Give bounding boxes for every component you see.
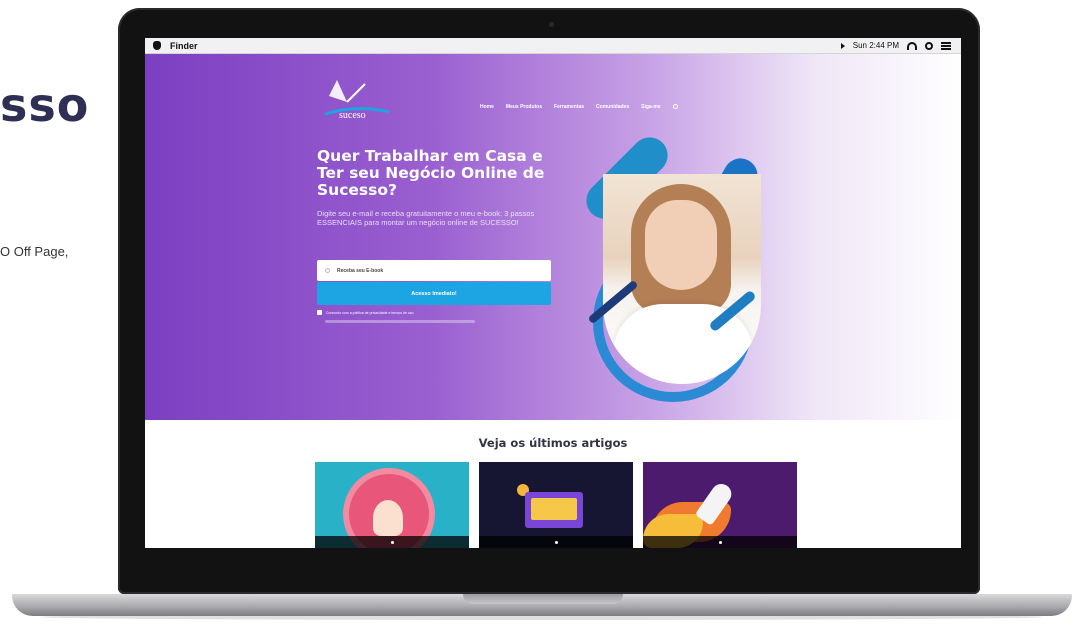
nav-item-produtos[interactable]: Meus Produtos [506,104,542,110]
email-input[interactable]: Receba seu E-book [317,260,551,281]
background-text: O Off Page, [0,244,69,259]
consent-checkbox[interactable] [317,310,322,315]
laptop-screen: Finder Sun 2:44 PM suceso Home Meus Prod… [145,38,961,548]
email-placeholder: Receba seu E-book [337,267,384,274]
nav-item-comunidades[interactable]: Comunidades [596,104,629,110]
article-image-detail [531,498,577,520]
articles-title: Veja os últimos artigos [478,436,628,450]
menubar-app-name[interactable]: Finder [170,41,198,51]
hero-section: suceso Home Meus Produtos Ferramentas Co… [145,54,961,420]
clock-icon [390,540,394,544]
menubar-clock[interactable]: Sun 2:44 PM [853,41,899,50]
consent-row: Concordo com a política de privacidade e… [317,310,414,315]
access-button[interactable]: Acesso Imediato! [317,282,551,305]
camera-dot [549,22,554,27]
clock-icon [554,540,558,544]
consent-extra-line [325,320,475,323]
clock-icon [718,540,722,544]
background-heading: sso [0,78,90,132]
menubar-status: Sun 2:44 PM [840,41,951,50]
article-card[interactable] [479,462,633,548]
article-image-detail [373,500,403,536]
hero-subtext: Digite seu e-mail e receba gratuitamente… [317,209,535,227]
email-field-icon [325,268,330,273]
article-card[interactable] [643,462,797,548]
mac-menubar: Finder Sun 2:44 PM [145,38,961,54]
article-card[interactable] [315,462,469,548]
spotlight-search-icon[interactable] [925,41,933,50]
apple-icon[interactable] [153,41,161,50]
notification-list-icon[interactable] [941,41,951,50]
main-nav: Home Meus Produtos Ferramentas Comunidad… [480,104,678,110]
article-footer [315,536,469,548]
nav-search-icon[interactable] [672,104,678,109]
wifi-icon[interactable] [907,41,917,50]
volume-icon[interactable] [840,42,845,49]
site-logo[interactable]: suceso [317,74,397,124]
laptop-notch [463,594,623,604]
article-footer [643,536,797,548]
nav-item-ferramentas[interactable]: Ferramentas [554,104,584,110]
portrait-face [645,200,717,290]
nav-item-home[interactable]: Home [480,104,494,110]
article-footer [479,536,633,548]
nav-item-siga-me[interactable]: Siga-me [641,104,660,110]
hero-portrait [603,174,761,384]
page: sso O Off Page, Finder Sun 2:44 PM suces… [0,0,1082,625]
svg-text:suceso: suceso [339,110,366,121]
consent-label: Concordo com a política de privacidade e… [326,310,414,315]
hero-headline: Quer Trabalhar em Casa e Ter seu Negócio… [317,147,545,199]
